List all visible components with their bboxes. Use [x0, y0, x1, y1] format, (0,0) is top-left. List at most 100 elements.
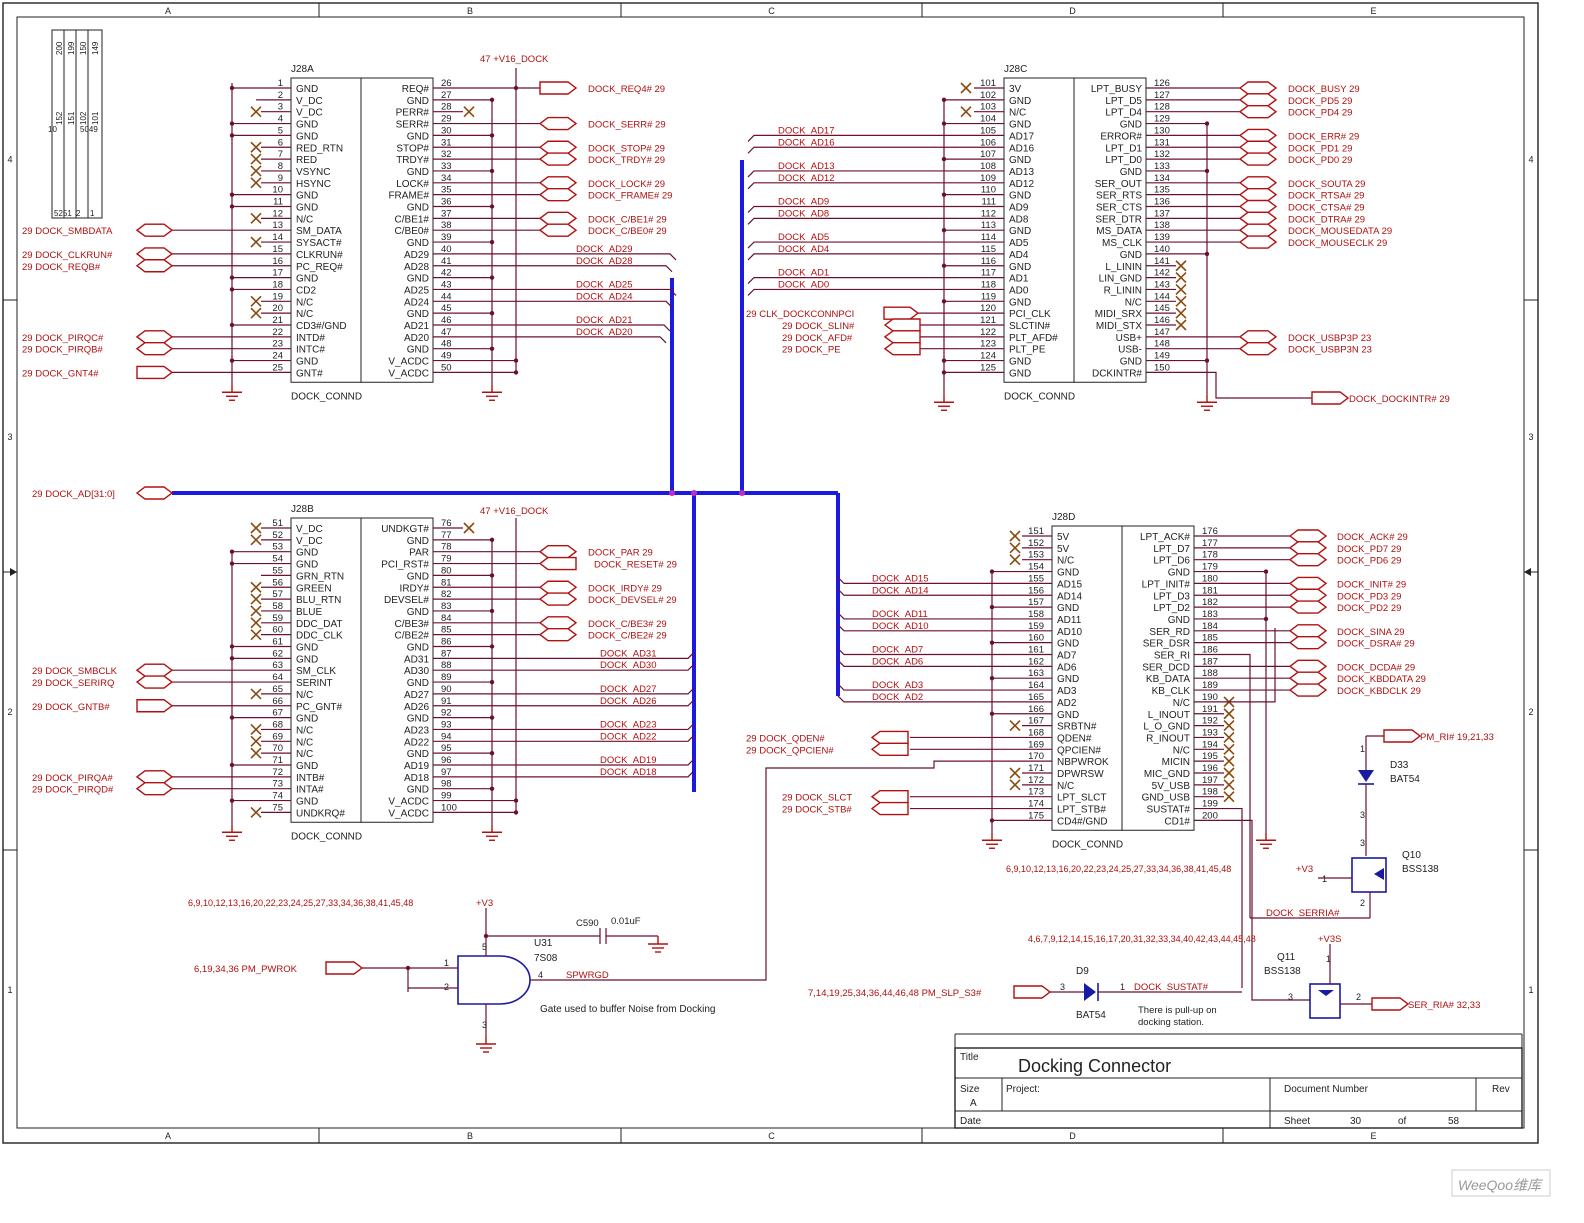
junction-dot [489, 97, 495, 103]
net-port [1238, 211, 1278, 226]
junction-dot [941, 97, 947, 103]
of-label: of [1398, 1116, 1407, 1127]
pin-number: 169 [1028, 739, 1044, 750]
junction-dot [513, 798, 519, 803]
zone-row-label-left: 2 [7, 707, 12, 717]
net-port [135, 486, 174, 500]
pin-number: 27 [441, 90, 452, 101]
pin-name: INTB# [296, 773, 325, 784]
pin-number: 106 [980, 137, 996, 148]
net-label: DOCK_STOP# 29 [588, 143, 665, 154]
pin-number: 152 [1028, 538, 1044, 549]
pin-name: USB- [1118, 345, 1142, 356]
pin-number: 92 [441, 708, 452, 719]
pin-name: LPT_D1 [1105, 143, 1142, 154]
pin-number: 90 [441, 684, 452, 695]
pin-number: 191 [1202, 704, 1218, 715]
pin-number: 51 [272, 518, 283, 529]
pin-number: 33 [441, 161, 452, 172]
junction-dot [229, 549, 235, 554]
pin-number: 186 [1202, 645, 1218, 656]
junction-dot [489, 239, 495, 245]
pin-number: 41 [441, 256, 452, 267]
pin-name: AD8 [1009, 214, 1029, 225]
junction-dot [1204, 358, 1210, 363]
pin-name: V_ACDC [388, 797, 429, 808]
pin-number: 130 [1154, 125, 1170, 136]
net-port [1013, 985, 1052, 999]
ground-symbol [934, 394, 954, 411]
bus-entry [837, 648, 1022, 656]
pin-number: 82 [441, 589, 452, 600]
net-label: DOCK_FRAME# 29 [588, 191, 672, 202]
pin-name: LPT_D4 [1105, 108, 1142, 119]
bus-entry [463, 734, 695, 742]
pin-number: 97 [441, 767, 452, 778]
ground-symbol [482, 384, 502, 401]
pin-name: GND [1057, 639, 1079, 650]
junction-dot [1204, 168, 1210, 174]
bus-entry [837, 683, 1022, 691]
pin-number: 126 [1154, 78, 1170, 89]
d9-diode: 7,14,19,25,34,36,44,46,48 PM_SLP_S3# 3 1 DO… [808, 966, 1242, 1028]
pin-number: 74 [272, 791, 283, 802]
bus-net-label: DOCK_AD14 [872, 585, 929, 596]
pin-number: 22 [272, 327, 283, 338]
net-port [1238, 223, 1278, 237]
doc-number-label: Document Number [1284, 1084, 1369, 1095]
net-label: DOCK_ACK# 29 [1337, 532, 1408, 543]
pin-number: 104 [980, 114, 996, 125]
pin-number: 119 [981, 291, 996, 302]
net-port [1288, 576, 1328, 591]
pin-number: 17 [272, 268, 283, 279]
pin-name: GND [296, 797, 318, 808]
pin-name: GRN_RTN [296, 571, 344, 582]
pin-name: PLT_AFD# [1009, 333, 1058, 344]
pin-name: L_O_GND [1143, 722, 1190, 733]
pin-number: 88 [441, 660, 452, 671]
pin-number: 24 [272, 351, 283, 362]
net-label: 29 DOCK_CLKRUN# [22, 250, 113, 261]
pin-name: LPT_BUSY [1091, 84, 1142, 95]
pin-name: V_ACDC [388, 357, 429, 368]
zone-col-label-bottom: E [1370, 1131, 1376, 1141]
j28c-connector: J28C DOCK_CONND 101 3V 102 GND 103 N/C 104 GND 105… [746, 64, 1450, 411]
pin-number: 23 [272, 339, 283, 350]
pin-name: GND [407, 714, 429, 725]
pin-name: SER_CTS [1096, 203, 1142, 214]
net-label: 29 DOCK_PE [782, 345, 841, 356]
pin-name: V_DC [296, 524, 323, 535]
pin-number: 199 [1202, 799, 1218, 810]
pin-name: N/C [296, 690, 313, 701]
vcc-label: +V3 [476, 898, 493, 909]
junction-dot [489, 275, 495, 280]
pin-name: PC_GNT# [296, 702, 343, 713]
pin-name: REQ# [402, 84, 430, 95]
pin-name: SERR# [396, 120, 430, 131]
pin-name: V_DC [296, 108, 323, 119]
pin-name: LIN_GND [1099, 274, 1142, 285]
pin-number: 1 [1120, 982, 1125, 992]
no-connect-mark [250, 629, 262, 641]
net-port [1371, 997, 1410, 1011]
pin-name: GREEN [296, 583, 332, 594]
pin-name: PC_REQ# [296, 262, 343, 273]
pin-number: 121 [980, 315, 996, 326]
pin-name: DCKINTR# [1092, 368, 1142, 379]
net-port [870, 730, 909, 745]
pin-number: 50 [441, 362, 452, 373]
pin-number: 193 [1202, 727, 1218, 738]
pin-number: 1 [444, 958, 449, 968]
net-port [136, 365, 174, 380]
zone-col-label-top: D [1069, 6, 1076, 16]
pin-number: 136 [1154, 197, 1170, 208]
bus-entry [463, 288, 677, 296]
bus-entry [463, 663, 695, 671]
net-port [135, 330, 174, 344]
pin-number: 117 [981, 268, 996, 279]
cap-value: 0.01uF [611, 916, 641, 927]
pin-number: 116 [981, 256, 996, 267]
pin-number: 124 [980, 351, 996, 362]
net-port [538, 627, 578, 642]
note: There is pull-up on [1138, 1005, 1217, 1016]
